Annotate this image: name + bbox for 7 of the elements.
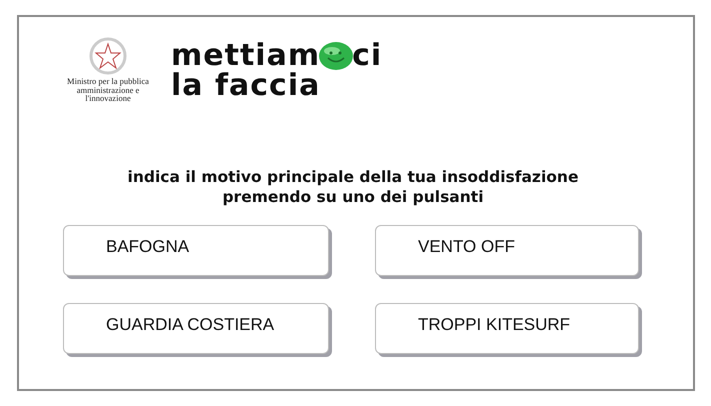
ministry-caption: Ministro per la pubblica amministrazione e l'innovazione — [66, 77, 150, 102]
logo-text: ci — [352, 41, 382, 71]
logo-text: mettiam — [171, 41, 320, 71]
smiley-icon — [318, 41, 354, 71]
prompt-text: indica il motivo principale della tua insoddisfazione — [128, 166, 578, 186]
logo-text: la faccia — [171, 71, 322, 101]
prompt-text: premendo su uno dei pulsanti — [222, 186, 484, 206]
